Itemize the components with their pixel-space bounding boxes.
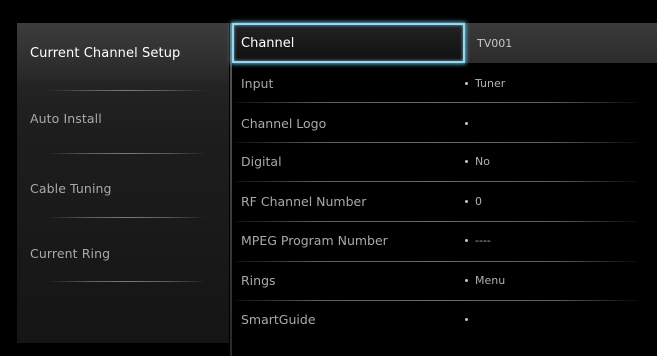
setting-row-input[interactable]: Input Tuner (232, 63, 657, 103)
bullet-icon (465, 121, 468, 125)
setting-row-mpeg-program-number[interactable]: MPEG Program Number ---- (232, 220, 657, 260)
setting-label: SmartGuide (241, 311, 316, 327)
setting-label: RF Channel Number (241, 193, 367, 209)
menu-divider (47, 153, 207, 154)
left-menu-panel: Current Channel Setup Auto Install Cable… (17, 23, 229, 343)
bullet-icon (465, 317, 468, 321)
menu-item-label: Current Channel Setup (30, 45, 181, 61)
setting-row-smartguide[interactable]: SmartGuide (232, 299, 657, 339)
bullet-icon (465, 278, 468, 282)
setting-value-text: Tuner (475, 76, 506, 90)
bullet-icon (465, 159, 468, 163)
menu-divider (47, 281, 207, 282)
menu-item-label: Current Ring (30, 245, 111, 261)
channel-focus-box[interactable]: Channel (232, 23, 465, 63)
menu-item-auto-install[interactable]: Auto Install (17, 88, 229, 148)
setting-value: No (465, 155, 490, 168)
setting-value (465, 317, 475, 321)
bullet-icon (465, 238, 468, 242)
setting-row-rings[interactable]: Rings Menu (232, 260, 657, 300)
menu-divider (47, 217, 207, 218)
setting-row-rf-channel-number[interactable]: RF Channel Number 0 (232, 181, 657, 221)
menu-item-cable-tuning[interactable]: Cable Tuning (17, 158, 229, 218)
setting-value-text: 0 (475, 194, 482, 208)
settings-panel: Channel TV001 Input Tuner Channel Logo D… (232, 23, 657, 356)
setting-value-text: Menu (475, 273, 506, 287)
channel-value: TV001 (477, 36, 513, 50)
setting-value-text: ---- (475, 233, 491, 247)
setting-value: Tuner (465, 77, 505, 90)
menu-item-current-channel-setup[interactable]: Current Channel Setup (17, 23, 229, 83)
setting-label: Channel Logo (241, 115, 327, 131)
bullet-icon (465, 81, 468, 85)
setting-label: Rings (241, 272, 276, 288)
setting-label: MPEG Program Number (241, 232, 388, 248)
setting-label: Input (241, 75, 274, 91)
setting-value: Menu (465, 274, 505, 287)
menu-item-label: Auto Install (30, 110, 102, 126)
setting-value: 0 (465, 195, 482, 208)
bullet-icon (465, 199, 468, 203)
setting-label: Digital (241, 153, 282, 169)
setting-row-channel-logo[interactable]: Channel Logo (232, 103, 657, 143)
setting-label: Channel (241, 35, 295, 51)
setting-value-text: No (475, 154, 490, 168)
menu-item-current-ring[interactable]: Current Ring (17, 223, 229, 283)
tv-settings-screen: Current Channel Setup Auto Install Cable… (0, 0, 657, 356)
setting-row-digital[interactable]: Digital No (232, 141, 657, 181)
setting-row-channel[interactable]: Channel TV001 (232, 23, 657, 63)
menu-item-label: Cable Tuning (30, 180, 112, 196)
setting-value: ---- (465, 234, 491, 247)
setting-value (465, 121, 475, 125)
